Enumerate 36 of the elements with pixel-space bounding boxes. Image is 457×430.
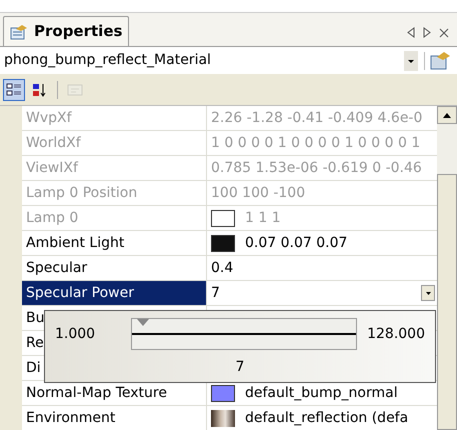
property-value: 0.785 1.53e-06 -0.619 0 -0.46 [211,160,422,176]
property-value: 1 1 1 [245,209,281,228]
object-selector[interactable]: phong_bump_reflect_Material [0,48,420,74]
slider-max-label: 128.000 [367,324,425,344]
property-value: 100 100 -100 [211,185,306,201]
slider-min-label: 1.000 [55,324,96,344]
property-name[interactable]: Specular Power [22,281,207,305]
property-name[interactable]: Environment [22,406,207,430]
scroll-left-icon[interactable] [407,27,415,38]
tab-title: Properties [34,21,122,42]
property-value: 7 [211,284,220,303]
categorized-view-icon [6,82,22,98]
dropdown-caret-icon [404,50,418,70]
caret-icon [426,292,430,294]
texture-thumbnail [211,410,235,426]
slider-track[interactable] [131,318,358,350]
property-value: 1 0 0 0 0 1 0 0 0 0 1 0 0 0 0 1 [211,135,420,151]
property-value: 2.26 -1.28 -0.41 -0.409 4.6e-0 [211,110,422,126]
property-value: 0.4 [211,260,234,276]
properties-tab[interactable]: Properties [3,16,130,46]
slider-reading: 7 [236,358,244,377]
property-value: 0.07 0.07 0.07 [245,234,348,253]
property-pages-icon [67,82,83,98]
toolbar-button[interactable] [3,78,25,100]
property-value: default_bump_normal [245,384,398,403]
scrollbar[interactable] [437,106,457,430]
scroll-right-icon[interactable] [423,27,431,38]
close-icon[interactable] [439,28,449,38]
property-pages-icon[interactable] [429,50,451,70]
scroll-up-icon [443,112,451,118]
slider-thumb[interactable] [136,319,149,326]
property-name[interactable]: Ambient Light [22,231,207,255]
property-name[interactable]: Specular [22,256,207,280]
dropdown-button[interactable] [421,285,435,301]
properties-icon [10,24,28,40]
property-value: default_reflection (defa [245,409,408,428]
